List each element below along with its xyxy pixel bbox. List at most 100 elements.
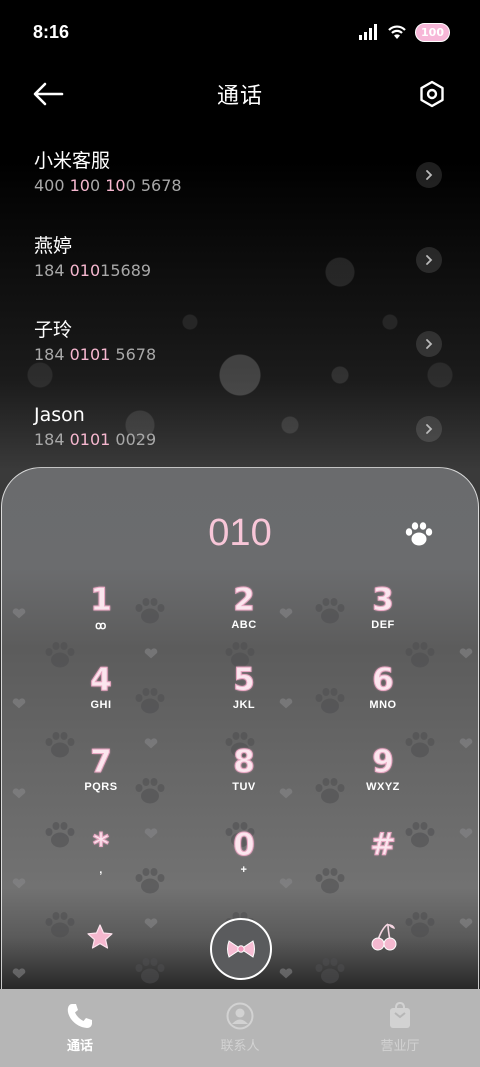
dial-key-letters: PQRS <box>84 781 118 793</box>
heart-decoration <box>144 918 158 929</box>
back-arrow-icon[interactable] <box>32 80 64 108</box>
nav-label-contacts: 联系人 <box>220 1039 260 1054</box>
dial-key[interactable]: 8 TUV <box>184 745 304 815</box>
bottom-navigation: 通话 联系人 营业厅 <box>0 989 480 1067</box>
dial-panel: 010 1 ꝏ 2 ABC 3 DEF 4 GHI 5 JKL 6 MNO 7 PQRS 8 TUV 9 WXYZ… <box>1 467 479 1007</box>
paw-decoration <box>405 912 435 938</box>
settings-hexagon-icon[interactable] <box>418 80 446 108</box>
contact-row[interactable]: 小米客服 400 100 100 5678 <box>0 140 480 225</box>
dial-key-letters: GHI <box>90 699 112 711</box>
heart-decoration <box>459 918 473 929</box>
dial-key-letters: ABC <box>231 619 257 631</box>
dial-key-letters: DEF <box>371 619 395 631</box>
contact-name: 子玲 <box>34 319 73 341</box>
dial-key-digit: 5 <box>233 662 256 698</box>
heart-decoration <box>12 608 26 619</box>
heart-decoration <box>459 738 473 749</box>
dial-key[interactable]: 1ꝏ <box>41 583 161 653</box>
chevron-right-icon <box>426 423 433 434</box>
number-match-highlight: 0101 <box>69 345 111 364</box>
dial-key-digit: 2 <box>233 582 256 618</box>
contact-number: 400 100 100 5678 <box>34 174 480 198</box>
bow-icon <box>227 940 255 958</box>
contact-detail-button[interactable] <box>416 331 442 357</box>
contact-name: 燕婷 <box>34 234 73 257</box>
number-segment: 184 <box>34 260 70 280</box>
page-title: 通话 <box>216 84 263 109</box>
contact-number: 184 01015689 <box>34 259 480 283</box>
number-segment: 0 5678 <box>125 176 182 195</box>
number-segment: 400 <box>34 176 70 195</box>
dial-key[interactable]: 0 + <box>184 828 304 898</box>
number-match-highlight: 10 <box>105 176 126 195</box>
dial-key-letters: WXYZ <box>366 781 400 793</box>
signal-icon <box>359 24 378 40</box>
dial-key-letters: TUV <box>232 781 256 793</box>
number-segment: 5678 <box>110 345 157 364</box>
number-match-highlight: 0101 <box>69 429 111 449</box>
contact-number: 184 0101 5678 <box>34 343 480 367</box>
dial-key-digit: 1 <box>90 582 113 618</box>
dial-key-digit: 9 <box>372 744 395 780</box>
heart-decoration <box>12 788 26 799</box>
status-icons: 100 <box>359 22 450 42</box>
number-segment: 0 <box>89 176 106 195</box>
cherry-icon[interactable] <box>370 922 398 952</box>
chevron-right-icon <box>426 339 433 349</box>
contact-detail-button[interactable] <box>416 162 442 188</box>
phone-icon <box>67 1004 92 1028</box>
dial-key-digit: 0 <box>233 827 256 863</box>
dial-key-digit: # <box>370 827 397 863</box>
dial-key[interactable]: 9 WXYZ <box>323 745 443 815</box>
dial-key-letters: JKL <box>232 699 256 711</box>
contact-suggestion-list: 小米客服 400 100 100 5678 燕婷 184 01015689 子玲 184 … <box>0 140 480 478</box>
number-segment: 184 <box>34 429 70 449</box>
number-match-highlight: 10 <box>69 176 90 195</box>
paw-decoration <box>135 958 165 984</box>
status-time: 8:16 <box>33 21 70 42</box>
dial-key-digit: * <box>92 827 110 863</box>
dial-key[interactable]: 7 PQRS <box>41 745 161 815</box>
heart-decoration <box>459 648 473 659</box>
contact-detail-button[interactable] <box>416 415 442 442</box>
dial-key[interactable]: 4 GHI <box>41 663 161 733</box>
contact-row[interactable]: 子玲 184 0101 5678 <box>0 309 480 394</box>
wifi-icon <box>388 25 406 39</box>
nav-tab-service-hall[interactable]: 营业厅 <box>320 989 480 1067</box>
dial-key[interactable]: # <box>323 828 443 898</box>
contact-name: Jason <box>34 403 85 426</box>
dial-key[interactable]: 6 MNO <box>323 663 443 733</box>
contact-name: 小米客服 <box>34 150 111 172</box>
nav-label-service-hall: 营业厅 <box>380 1039 420 1054</box>
dial-key[interactable]: 3 DEF <box>323 583 443 653</box>
dial-key-digit: 3 <box>372 582 395 618</box>
number-segment: 15689 <box>100 260 152 280</box>
paw-icon[interactable] <box>404 520 434 548</box>
call-button[interactable] <box>210 918 272 980</box>
status-bar: 8:16 100 <box>0 0 480 64</box>
chevron-right-icon <box>426 254 433 265</box>
heart-decoration <box>279 968 293 979</box>
heart-decoration <box>12 698 26 709</box>
dial-key-digit: 7 <box>90 744 113 780</box>
contact-detail-button[interactable] <box>416 246 442 273</box>
dial-key-digit: 8 <box>233 744 256 780</box>
heart-decoration <box>12 968 26 979</box>
dial-key[interactable]: *, <box>41 828 161 898</box>
number-segment: 0029 <box>110 429 157 449</box>
contact-number: 184 0101 0029 <box>34 428 480 452</box>
number-match-highlight: 010 <box>69 260 101 280</box>
dial-key-digit: 4 <box>90 662 113 698</box>
dial-key[interactable]: 2 ABC <box>184 583 304 653</box>
contact-row[interactable]: Jason 184 0101 0029 <box>0 394 480 479</box>
dial-key-digit: 6 <box>372 662 395 698</box>
nav-tab-contacts[interactable]: 联系人 <box>160 989 320 1067</box>
contact-row[interactable]: 燕婷 184 01015689 <box>0 225 480 310</box>
star-icon[interactable] <box>86 923 114 951</box>
heart-decoration <box>12 878 26 889</box>
dial-key[interactable]: 5 JKL <box>184 663 304 733</box>
nav-tab-calls[interactable]: 通话 <box>0 989 160 1067</box>
dial-key-letters: MNO <box>369 699 397 711</box>
paw-decoration <box>315 958 345 984</box>
battery-indicator: 100 <box>415 22 450 42</box>
